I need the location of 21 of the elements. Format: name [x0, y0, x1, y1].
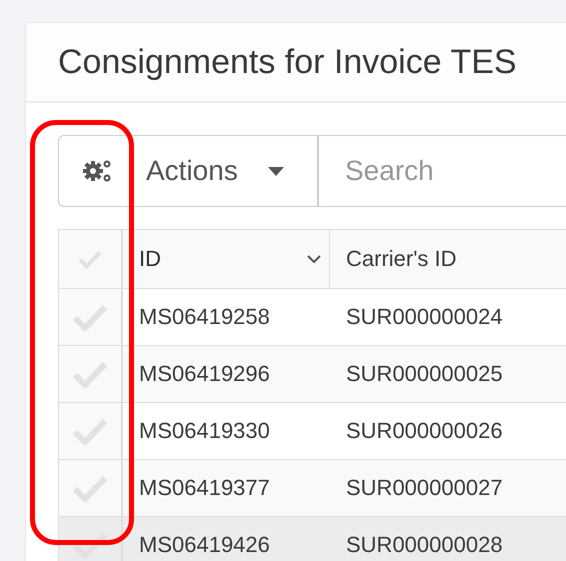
column-header-label: Carrier's ID [346, 246, 457, 272]
column-header-label: ID [139, 246, 161, 272]
search-field[interactable]: Search [318, 135, 566, 207]
table-cell-text: MS06419426 [138, 531, 271, 559]
table-cell-text: MS06419377 [138, 474, 271, 502]
table-cell-text: MS06419258 [138, 303, 271, 331]
chevron-down-icon [307, 254, 321, 264]
table-cell-text: SUR000000027 [345, 474, 504, 502]
table-cell-text: SUR000000026 [345, 417, 504, 445]
table-cell-text: MS06419296 [138, 360, 271, 388]
table-cell-text: SUR000000028 [345, 531, 504, 559]
table-cell-text: SUR000000024 [345, 303, 504, 331]
panel-title: Consignments for Invoice TES [58, 42, 517, 82]
actions-button[interactable]: Actions [136, 135, 318, 207]
table-cell-text: SUR000000025 [345, 360, 504, 388]
table-cell-text: MS06419330 [138, 417, 271, 445]
column-header[interactable]: ID [123, 230, 330, 288]
settings-button[interactable] [58, 135, 136, 207]
checkbox[interactable] [72, 531, 108, 559]
column-header[interactable]: Carrier's ID [330, 230, 566, 288]
caret-down-icon [268, 166, 284, 176]
